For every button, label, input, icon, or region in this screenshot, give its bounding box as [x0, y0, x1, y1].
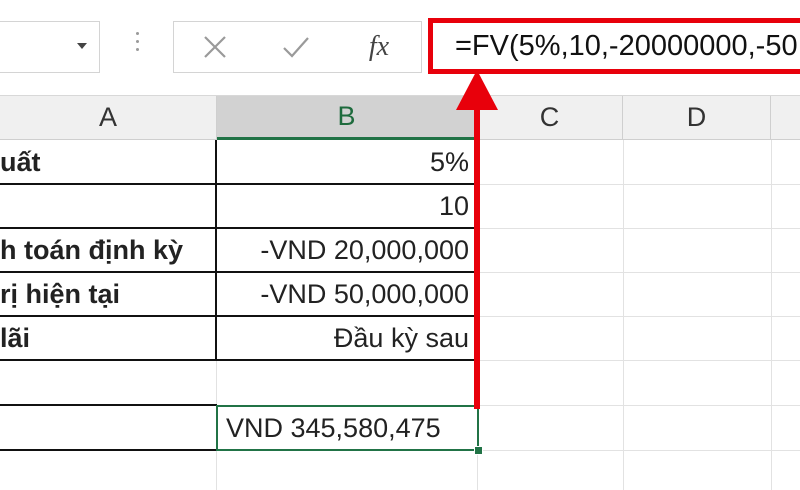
column-header-e[interactable] [771, 96, 800, 140]
cell-b5[interactable]: Đầu kỳ sau [217, 316, 475, 360]
gridline [623, 140, 624, 490]
gridline [771, 140, 772, 490]
cell-a3[interactable]: h toán định kỳ [0, 228, 214, 272]
cell-a1[interactable]: uất [0, 140, 214, 184]
formula-input[interactable]: =FV(5%,10,-20000000,-50 [428, 18, 800, 74]
gridline [477, 450, 800, 451]
column-header-d[interactable]: D [623, 96, 771, 140]
cell-a6[interactable] [0, 361, 214, 405]
name-box[interactable] [0, 21, 100, 73]
formula-text: =FV(5%,10,-20000000,-50 [455, 30, 798, 62]
column-header-a[interactable]: A [0, 96, 217, 140]
cell-a4[interactable]: rị hiện tại [0, 272, 214, 316]
cell-b4[interactable]: -VND 50,000,000 [217, 272, 475, 316]
cell-b2[interactable]: 10 [217, 184, 475, 228]
column-header-b[interactable]: B [217, 96, 477, 140]
gridline [477, 316, 800, 317]
cell-a2[interactable] [0, 184, 214, 228]
formula-toolbar: fx =FV(5%,10,-20000000,-50 [0, 0, 800, 96]
gridline [477, 405, 800, 406]
gridline [477, 451, 478, 490]
active-cell-selection [216, 405, 479, 451]
cancel-icon[interactable] [200, 32, 230, 62]
annotation-arrow-shaft [474, 104, 480, 409]
column-header-c[interactable]: C [477, 96, 623, 140]
annotation-arrow-head [456, 70, 498, 110]
gridline [477, 272, 800, 273]
cell-a5[interactable]: lãi [0, 316, 214, 360]
gridline [477, 228, 800, 229]
cell-a7[interactable] [0, 406, 214, 450]
cell-b6[interactable] [217, 361, 475, 405]
gridline [216, 451, 217, 490]
gridline [477, 184, 800, 185]
drag-handle-icon[interactable] [136, 32, 140, 56]
formula-buttons: fx [173, 21, 422, 73]
chevron-down-icon[interactable] [77, 43, 87, 49]
fill-handle[interactable] [474, 446, 483, 455]
cell-b3[interactable]: -VND 20,000,000 [217, 228, 475, 272]
cell-b1[interactable]: 5% [217, 140, 475, 184]
insert-function-icon[interactable]: fx [364, 31, 394, 62]
enter-icon[interactable] [281, 32, 311, 62]
